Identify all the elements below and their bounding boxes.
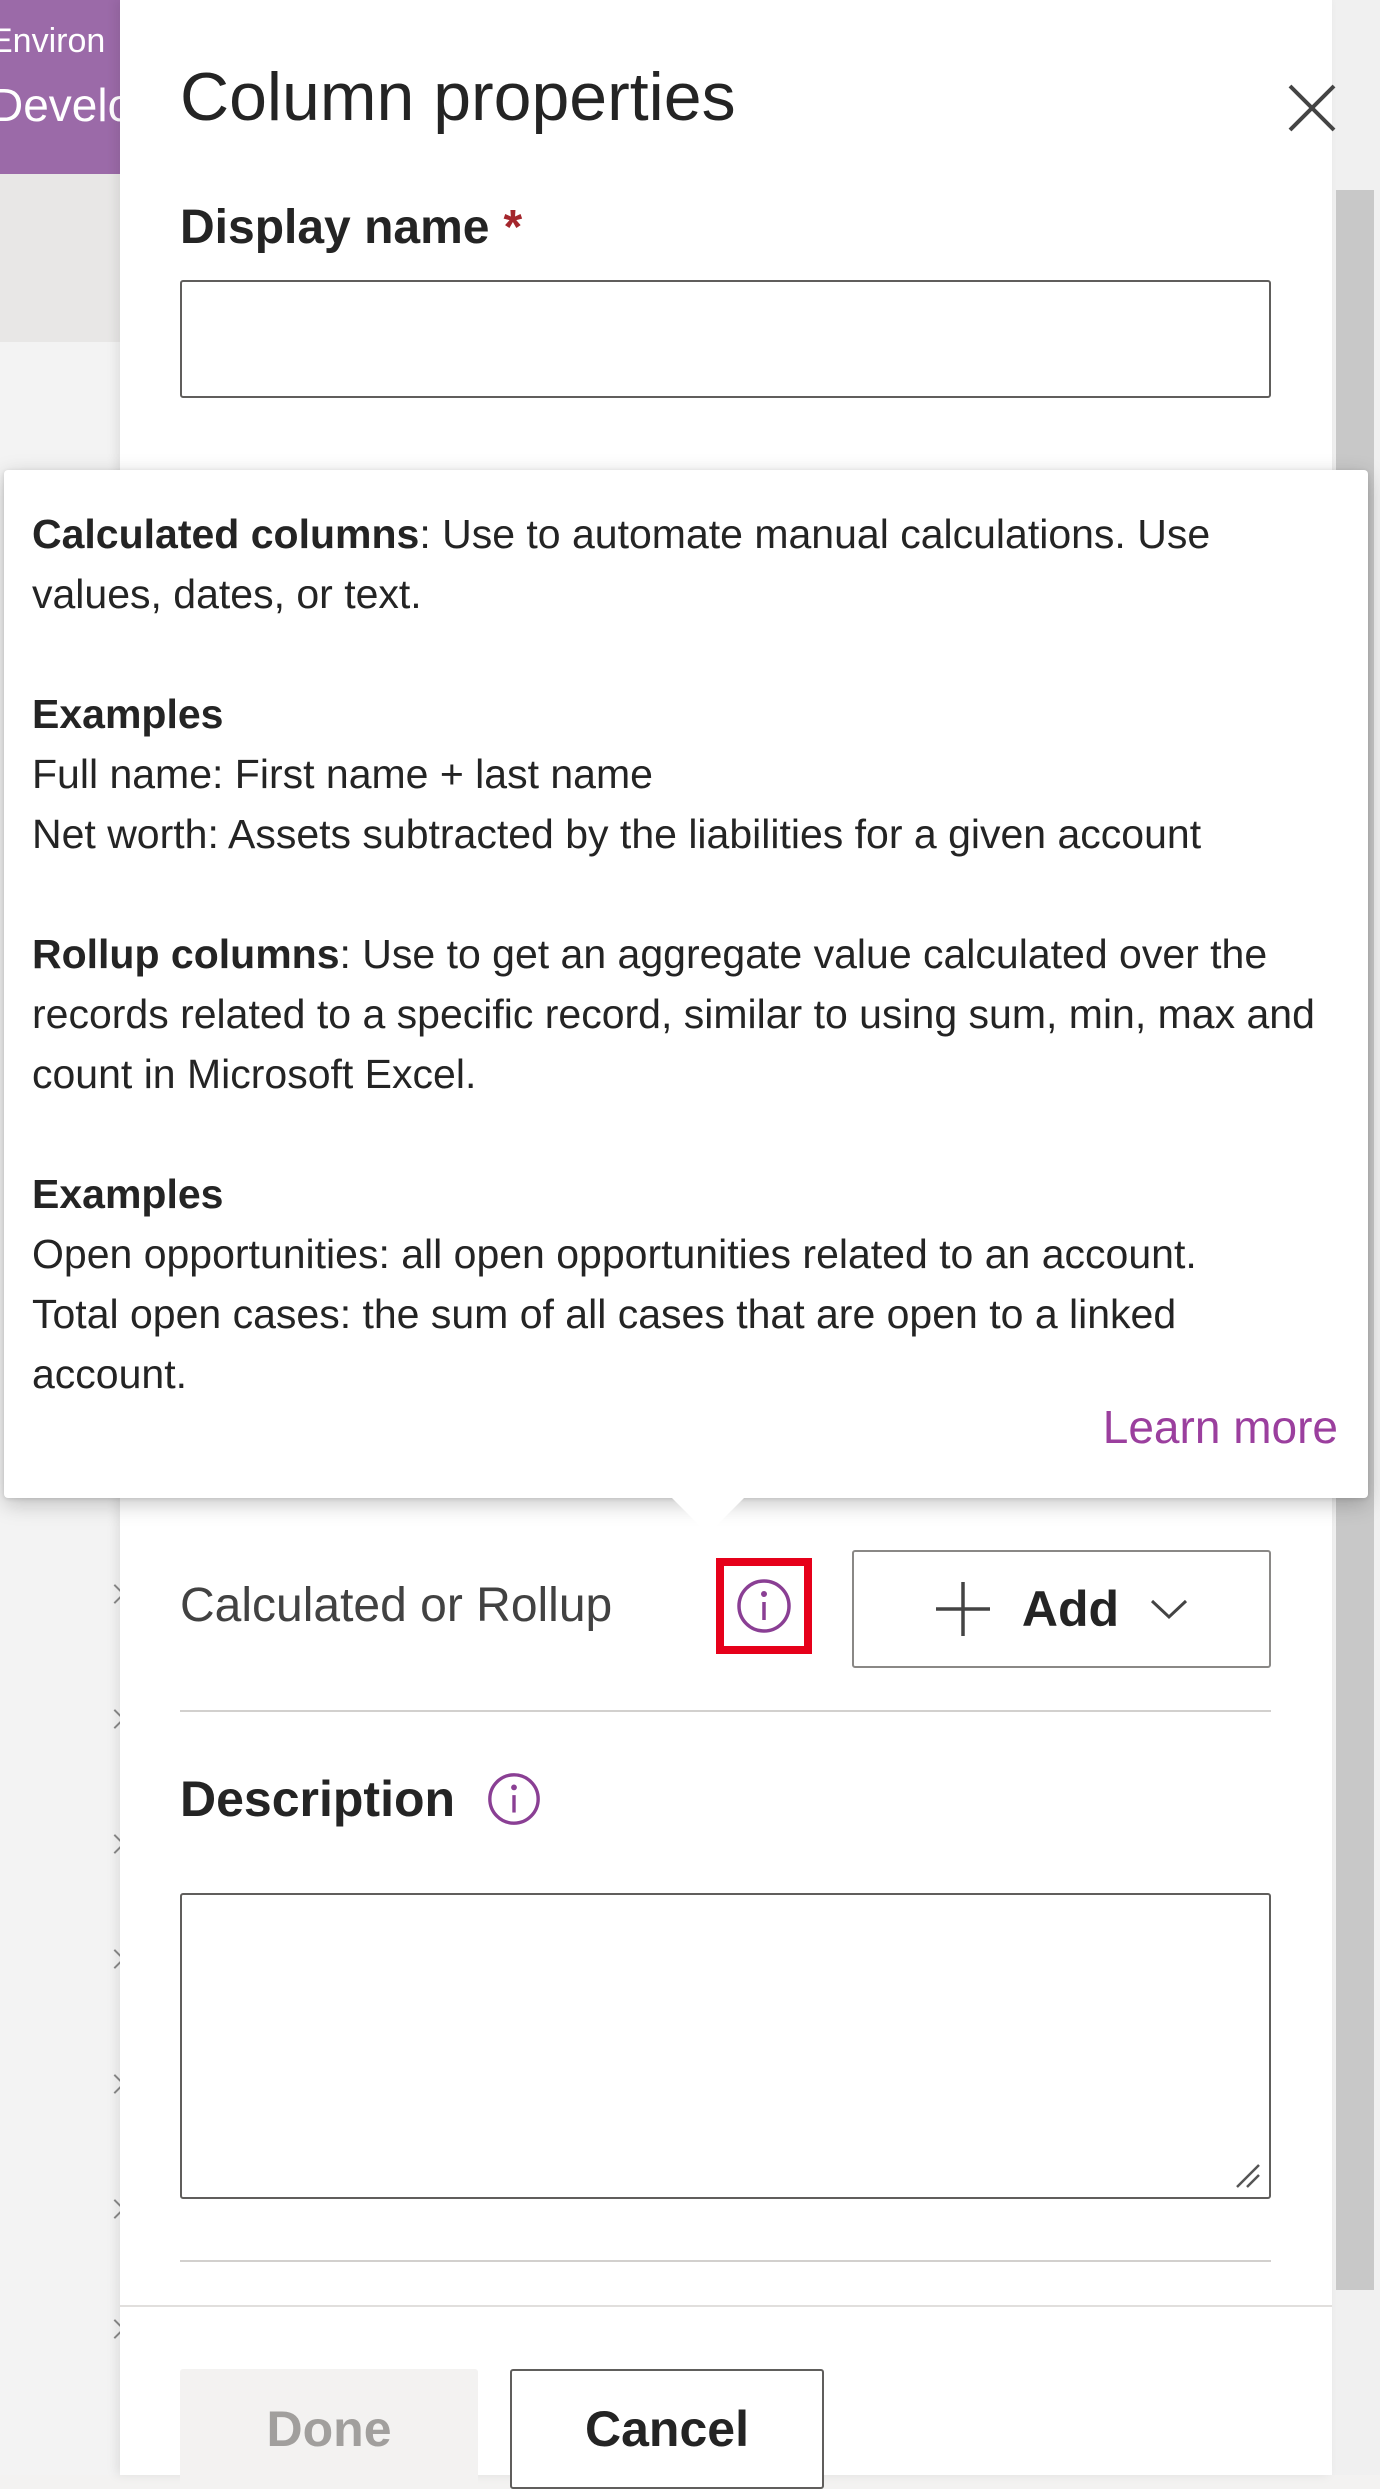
info-icon[interactable] [485,1770,543,1828]
panel-title: Column properties [180,59,736,135]
add-button[interactable]: Add [852,1550,1271,1668]
description-label: Description [180,1771,456,1827]
plus-icon [935,1582,990,1636]
environment-name: Develo [0,79,120,131]
display-name-label-text: Display name [180,201,490,254]
info-tooltip: Calculated columns: Use to automate manu… [4,470,1368,1534]
environment-label: Environ [0,22,106,60]
cancel-button[interactable]: Cancel [510,2369,824,2489]
close-button[interactable] [1282,78,1342,138]
divider [180,1710,1271,1712]
tooltip-example: Open opportunities: all open opportuniti… [32,1231,1197,1277]
calculated-rollup-label: Calculated or Rollup [180,1579,613,1632]
display-name-input[interactable] [180,280,1271,398]
description-textarea[interactable] [180,1893,1271,2199]
background-header [0,174,120,342]
tooltip-calculated-heading: Calculated columns [32,511,420,557]
chevron-down-icon [1151,1599,1188,1620]
tooltip-calculated-text: Calculated columns: Use to automate manu… [32,504,1340,624]
divider [180,2260,1271,2262]
tooltip-example: Full name: First name + last name [32,751,653,797]
done-button[interactable]: Done [180,2369,478,2489]
tooltip-example: Total open cases: the sum of all cases t… [32,1291,1177,1397]
description-header: Description [180,1770,543,1828]
display-name-label: Display name * [180,200,522,255]
add-button-label: Add [1021,1581,1120,1637]
environment-badge[interactable]: Environ Develo [0,0,120,174]
calculated-info-button[interactable] [716,1558,812,1654]
tooltip-examples-heading: Examples [32,1171,224,1217]
info-icon [737,1579,791,1633]
tooltip-rollup-heading: Rollup columns [32,931,340,977]
tooltip-examples-heading: Examples [32,691,224,737]
required-indicator: * [503,201,523,254]
resize-handle-icon[interactable] [1231,2159,1263,2191]
tooltip-rollup-text: Rollup columns: Use to get an aggregate … [32,924,1340,1104]
learn-more-link[interactable]: Learn more [1103,1400,1338,1454]
close-icon [1288,84,1336,132]
calculated-rollup-row: Calculated or Rollup Add [180,1550,1271,1668]
tooltip-example: Net worth: Assets subtracted by the liab… [32,811,1202,857]
panel-footer: Done Cancel [120,2305,1332,2489]
